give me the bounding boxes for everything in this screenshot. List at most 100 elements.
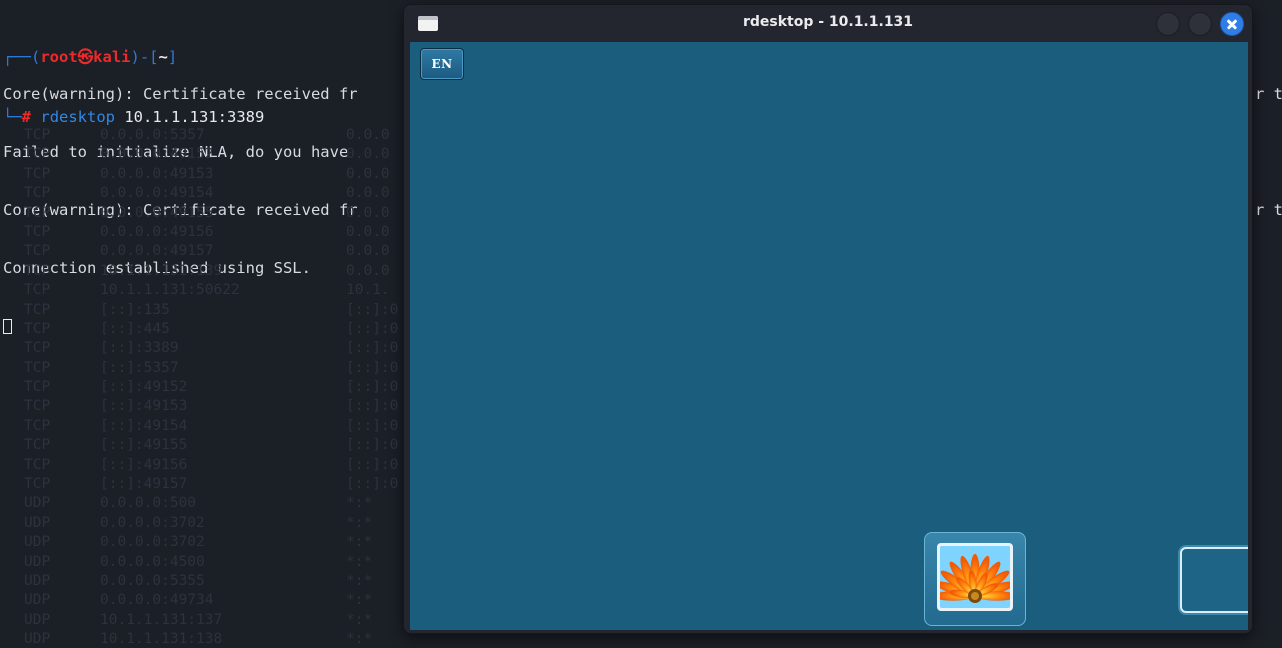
faded-cell: *:* — [346, 572, 373, 589]
faded-cell: [::]:49154 — [100, 417, 188, 434]
faded-cell: UDP — [24, 611, 51, 628]
faded-cell: 0.0.0.0:500 — [100, 495, 197, 512]
faded-cell: TCP — [24, 146, 51, 163]
faded-row: TCP 10.1.1.131:50622 10.1. — [24, 281, 406, 300]
faded-cell: 0.0.0 — [346, 127, 390, 143]
user-tile[interactable] — [924, 532, 1026, 626]
window-titlebar[interactable]: rdesktop - 10.1.1.131 — [404, 5, 1252, 42]
faded-cell: TCP — [24, 437, 51, 454]
blank-user-tile[interactable] — [1180, 547, 1248, 613]
faded-cell: [::]:135 — [100, 301, 170, 318]
faded-cell: TCP — [24, 185, 51, 202]
faded-cell: [::]:49157 — [100, 476, 188, 493]
faded-cell: 0.0.0.0:49153 — [100, 165, 214, 182]
faded-row: TCP [::]:49152 [::]:0 — [24, 378, 406, 397]
faded-row: TCP [::]:135 [::]:0 — [24, 301, 406, 320]
faded-cell: 0.0.0.0:49734 — [100, 592, 214, 609]
faded-cell: UDP — [24, 514, 51, 531]
faded-row: TCP [::]:5357 [::]:0 — [24, 359, 406, 378]
faded-cell: *:* — [346, 514, 373, 531]
flower-picture — [940, 546, 1010, 608]
faded-cell: [::]:49155 — [100, 437, 188, 454]
faded-cell: TCP — [24, 417, 51, 434]
faded-cell: 0.0.0.0:49152 — [100, 146, 214, 163]
overflow-text: r t — [1255, 84, 1282, 103]
faded-row: UDP 0.0.0.0:3702 *:* — [24, 533, 406, 552]
faded-cell: [::]:0 — [346, 359, 399, 376]
faded-cell: 0.0.0 — [346, 223, 390, 240]
faded-cell: [::]:0 — [346, 476, 399, 493]
minimize-button[interactable] — [1156, 12, 1180, 36]
faded-cell: *:* — [346, 534, 373, 551]
language-button[interactable]: EN — [420, 48, 464, 80]
faded-cell: TCP — [24, 320, 51, 337]
faded-cell: TCP — [24, 223, 51, 240]
terminal-output-overflow: r t r t — [1255, 46, 1282, 259]
faded-row: TCP 10.1.1.131:139 0.0.0 — [24, 262, 406, 281]
faded-row: TCP [::]:49155 [::]:0 — [24, 436, 406, 455]
faded-row: UDP 0.0.0.0:4500 *:* — [24, 553, 406, 572]
faded-cell: [::]:0 — [346, 340, 399, 357]
faded-cell: 10.1.1.131:137 — [100, 611, 223, 628]
faded-cell: 0.0.0 — [346, 146, 390, 163]
faded-cell: [::]:0 — [346, 398, 399, 415]
faded-row: UDP 10.1.1.131:137 *:* — [24, 611, 406, 630]
faded-row: TCP 0.0.0.0:49156 0.0.0 — [24, 223, 406, 242]
faded-cell: TCP — [24, 359, 51, 376]
faded-cell: 0.0.0 — [346, 243, 390, 260]
faded-row: UDP 0.0.0.0:3702 *:* — [24, 514, 406, 533]
faded-cell: 0.0.0.0:5355 — [100, 572, 205, 589]
faded-cell: 0.0.0.0:3702 — [100, 514, 205, 531]
faded-cell: [::]:0 — [346, 417, 399, 434]
faded-cell: [::]:49152 — [100, 379, 188, 396]
faded-cell: [::]:3389 — [100, 340, 179, 357]
flower-icon — [940, 546, 1010, 608]
faded-cell: [::]:49156 — [100, 456, 188, 473]
faded-cell: TCP — [24, 398, 51, 415]
faded-cell: [::]:0 — [346, 437, 399, 454]
faded-cell: TCP — [24, 165, 51, 182]
faded-row: TCP 0.0.0.0:49153 0.0.0 — [24, 165, 406, 184]
faded-cell: 10.1.1.131:139 — [100, 262, 223, 279]
overflow-text: r t — [1255, 201, 1282, 220]
faded-cell: 0.0.0.0:49154 — [100, 185, 214, 202]
faded-cell: TCP — [24, 476, 51, 493]
faded-cell: *:* — [346, 611, 373, 628]
faded-cell: 0.0.0.0:4500 — [100, 553, 205, 570]
faded-row: TCP [::]:49157 [::]:0 — [24, 475, 406, 494]
faded-cell: UDP — [24, 534, 51, 551]
faded-cell: [::]:445 — [100, 320, 170, 337]
faded-cell: [::]:0 — [346, 320, 399, 337]
faded-cell: 0.0.0.0:49157 — [100, 243, 214, 260]
faded-cell: TCP — [24, 127, 51, 143]
faded-row: TCP [::]:445 [::]:0 — [24, 320, 406, 339]
rdesktop-window[interactable]: rdesktop - 10.1.1.131 EN — [404, 5, 1252, 633]
faded-cell: UDP — [24, 572, 51, 589]
faded-cell: *:* — [346, 592, 373, 609]
faded-cell: UDP — [24, 592, 51, 609]
user-picture-frame[interactable] — [937, 543, 1013, 611]
faded-cell: 0.0.0 — [346, 262, 390, 279]
faded-cell: TCP — [24, 204, 51, 221]
faded-cell: TCP — [24, 340, 51, 357]
faded-cell: 0.0.0.0:5357 — [100, 127, 205, 143]
faded-cell: 0.0.0 — [346, 165, 390, 182]
faded-cell: 0.0.0 — [346, 185, 390, 202]
faded-cell: TCP — [24, 379, 51, 396]
faded-row: TCP 0.0.0.0:49152 0.0.0 — [24, 145, 406, 164]
faded-cell: 10.1.1.131:50622 — [100, 282, 240, 299]
faded-cell: *:* — [346, 495, 373, 512]
faded-cell: TCP — [24, 262, 51, 279]
remote-desktop-screen[interactable]: EN — [410, 42, 1248, 630]
faded-cell: 0.0.0.0:49155 — [100, 204, 214, 221]
faded-row: TCP 0.0.0.0:49154 0.0.0 — [24, 184, 406, 203]
faded-cell: 10.1. — [346, 282, 390, 299]
window-title: rdesktop - 10.1.1.131 — [742, 14, 914, 30]
text-cursor — [3, 318, 12, 334]
maximize-button[interactable] — [1188, 12, 1212, 36]
output-line: Core(warning): Certificate received fr — [3, 84, 358, 103]
overflow-text — [1255, 143, 1282, 162]
faded-cell: TCP — [24, 282, 51, 299]
faded-row: UDP 0.0.0.0:500 *:* — [24, 494, 406, 513]
close-button[interactable] — [1220, 12, 1244, 36]
